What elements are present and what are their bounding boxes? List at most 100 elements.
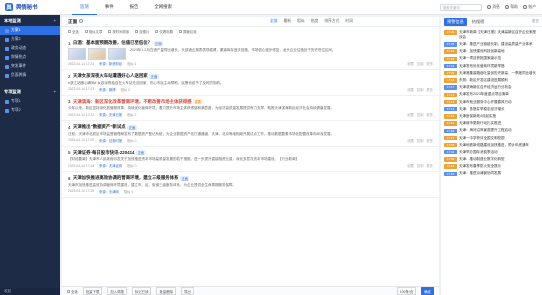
alert-item[interactable]: 17:25 天津：推进产业链链长制，建设高质量产业体系 bbox=[444, 41, 539, 48]
alert-item[interactable]: 17:24 天津：加快建设科技创新高地 bbox=[444, 48, 539, 55]
article-card[interactable]: 1 白酒：基本面预期改善，估值已至低位？ 正面 2023年1-2月白酒产量同比增… bbox=[62, 37, 439, 70]
alert-time-badge: 17:05 bbox=[444, 142, 457, 148]
alert-item[interactable]: 17:22 天津一项目获批国家级示范 bbox=[444, 55, 539, 62]
collect-button[interactable]: 收藏 bbox=[407, 87, 414, 92]
more-link[interactable]: 更多 bbox=[532, 19, 539, 24]
nav-reports[interactable]: 报告 bbox=[122, 0, 147, 15]
alert-text: 天津发布春季防火安全提示 bbox=[459, 164, 501, 169]
filter-similar[interactable]: 相似文章 bbox=[84, 29, 102, 34]
checkbox-icon bbox=[84, 30, 88, 34]
article-title[interactable]: 4 天津推出“数据资产”新试点 正面 bbox=[68, 124, 433, 130]
copy-button[interactable]: 复制 bbox=[417, 163, 424, 168]
export-button[interactable]: 导出 bbox=[181, 287, 194, 295]
page-size-select[interactable]: 100条/页 bbox=[396, 287, 417, 295]
sidebar-item-plan2[interactable]: 方案2 bbox=[0, 35, 60, 44]
alert-item[interactable]: 17:17 天津滨海新区召开经济运行分析会 bbox=[444, 84, 539, 91]
alert-item[interactable]: 17:20 天津港集装箱吞吐量创历史新高，一季度同比增长 bbox=[444, 70, 539, 77]
alert-item[interactable]: 17:10 天津城市更新行动扎实推进 bbox=[444, 120, 539, 127]
article-summary: 天津市加快推进高效协调营商环境建设，建立市、区、街道三级服务体系，为企业提供全生… bbox=[68, 182, 236, 187]
more-button[interactable]: 更多 bbox=[426, 163, 433, 168]
nav-events[interactable]: 事件 bbox=[97, 0, 122, 15]
sort-time[interactable]: 时间 bbox=[345, 19, 353, 24]
sidebar-item-negative[interactable]: 负面舆情 bbox=[0, 71, 60, 80]
tab-hot-search[interactable]: 热搜榜 bbox=[469, 18, 488, 26]
alert-item[interactable]: 17:07 天津一中学获评全国文明校园 bbox=[444, 134, 539, 141]
messages-button[interactable]: 消息 bbox=[486, 5, 500, 10]
sort-similar[interactable]: 相似 bbox=[297, 19, 305, 24]
collect-button[interactable]: 收藏 bbox=[407, 61, 414, 66]
nav-search[interactable]: 全网搜索 bbox=[146, 0, 180, 15]
alert-item[interactable]: 17:05 天津地铁新线路建设加快推进，预计年底通车 bbox=[444, 141, 539, 148]
confirm-button[interactable]: 确定 bbox=[421, 287, 434, 295]
alert-item[interactable]: 17:02 天津：推动制造业数字化转型 bbox=[444, 156, 539, 163]
app-logo[interactable]: 舆 舆情秘书 bbox=[0, 3, 60, 11]
tab-alerts[interactable]: 预警信息 bbox=[444, 17, 467, 26]
alert-item[interactable]: 17:08 天津：海河沿岸景观提升工程启动 bbox=[444, 127, 539, 134]
select-all-checkbox[interactable]: 全选 bbox=[67, 289, 78, 294]
filter-spam[interactable]: 屏蔽垃圾 bbox=[179, 29, 197, 34]
alert-list: 17:26 天津市新闻【天津日报】天津高新区召开企业家座谈会 17:25 天津：推进产… bbox=[441, 27, 542, 177]
add-plan-icon[interactable]: + bbox=[54, 18, 56, 23]
copy-button[interactable]: 复制 bbox=[417, 87, 424, 92]
sort-latest[interactable]: 最新 bbox=[283, 19, 291, 24]
sort-all[interactable]: 全部 bbox=[270, 19, 278, 24]
more-button[interactable]: 更多 bbox=[426, 87, 433, 92]
article-card[interactable]: 5 天津证券·每日股市快讯-220414 正面 【财经要闻】天津市人民政府印发关… bbox=[62, 147, 439, 172]
article-card[interactable]: 2 天津女孩深夜火车站遭遇好心人送回家 正面 #滨江站暖心瞬间# 女孩深夜独自在… bbox=[62, 70, 439, 96]
alert-item[interactable]: 17:21 天津发布优化营商环境新举措 bbox=[444, 62, 539, 69]
sidebar-item-plan1[interactable]: 方案1 bbox=[0, 26, 60, 35]
help-icon[interactable] bbox=[79, 19, 84, 24]
sidebar-item-special1[interactable]: 专项1 bbox=[0, 97, 60, 106]
article-card[interactable]: 4 天津推出“数据资产”新试点 正面 日前，天津市北辰区市场监督管理局发布了数据… bbox=[62, 121, 439, 147]
thumbnail-image[interactable] bbox=[68, 48, 86, 60]
more-button[interactable]: 更多 bbox=[426, 138, 433, 143]
batch-delete-button[interactable]: 批量删除 bbox=[156, 287, 177, 295]
alert-item[interactable]: 17:26 天津市新闻【天津日报】天津高新区召开企业家座谈会 bbox=[444, 29, 539, 41]
sidebar-collapse-button[interactable]: 收起 bbox=[0, 288, 60, 295]
copy-button[interactable]: 复制 bbox=[417, 112, 424, 117]
article-title[interactable]: 5 天津证券·每日股市快讯-220414 正面 bbox=[68, 150, 433, 156]
sidebar-item-gov[interactable]: 政务动态 bbox=[0, 44, 60, 53]
alert-text: 天津：推进产业链链长制，建设高质量产业体系 bbox=[459, 42, 533, 47]
article-title[interactable]: 2 天津女孩深夜火车站遭遇好心人送回家 正面 bbox=[68, 73, 433, 79]
mark-read-button[interactable]: 标记已读 bbox=[131, 287, 152, 295]
sort-method[interactable]: 排序方式 bbox=[324, 19, 339, 24]
filter-select-all[interactable]: 全选 bbox=[68, 29, 79, 34]
sort-heat[interactable]: 热度 bbox=[311, 19, 319, 24]
thumbnail-image[interactable] bbox=[108, 48, 126, 60]
collect-button[interactable]: 收藏 bbox=[407, 112, 414, 117]
alert-item[interactable]: 17:14 天津市就业服务中心开展春风行动 bbox=[444, 98, 539, 105]
alert-item[interactable]: 17:15 天津发布2023年度重点项目清单 bbox=[444, 91, 539, 98]
batch-download-button[interactable]: 批量下载 bbox=[82, 287, 103, 295]
filter-title-only[interactable]: 仅看标题 bbox=[155, 29, 173, 34]
thumbnail-image[interactable] bbox=[88, 48, 106, 60]
sidebar-item-hot[interactable]: 舆情热点 bbox=[0, 53, 60, 62]
filter-by-time[interactable]: 按时间排序 bbox=[108, 29, 129, 34]
more-button[interactable]: 更多 bbox=[426, 112, 433, 117]
global-search-input[interactable]: 搜索关键词 bbox=[439, 3, 482, 11]
collect-button[interactable]: 收藏 bbox=[407, 163, 414, 168]
alert-item[interactable]: 17:04 天津举办国际消费季活动 bbox=[444, 149, 539, 156]
alert-item[interactable]: 17:12 天津：多措并举稳定经济增长 bbox=[444, 105, 539, 112]
article-card[interactable]: 3 天津滨海：新区深化改革营商环境，不断改善市场主体获得感 重要 今年以来，新区… bbox=[62, 96, 439, 121]
account-button[interactable]: 账户 bbox=[522, 5, 536, 10]
sidebar-item-special2[interactable]: 专项2 bbox=[0, 106, 60, 115]
add-to-brief-button[interactable]: 加入简报 bbox=[107, 287, 127, 295]
add-special-icon[interactable]: + bbox=[54, 89, 56, 94]
help-button[interactable]: 帮助 bbox=[504, 5, 518, 10]
sidebar-section-special: 专项监测 + bbox=[4, 88, 56, 95]
sidebar-item-emergency[interactable]: 突发事件 bbox=[0, 62, 60, 71]
alert-item[interactable]: 17:18 东丽：新区开发区建设进展顺利 bbox=[444, 77, 539, 84]
alert-item[interactable]: 17:11 天津医保新政4月起实施 bbox=[444, 113, 539, 120]
article-card[interactable]: 6 天津加快推进高效协调的营商环境，建立三级服务体系 正面 天津市加快推进高效协… bbox=[62, 172, 439, 198]
article-title[interactable]: 6 天津加快推进高效协调的营商环境，建立三级服务体系 正面 bbox=[68, 175, 433, 181]
copy-button[interactable]: 复制 bbox=[417, 138, 424, 143]
article-title[interactable]: 3 天津滨海：新区深化改革营商环境，不断改善市场主体获得感 重要 bbox=[68, 99, 433, 105]
filter-images[interactable]: 含图片 bbox=[135, 29, 149, 34]
more-button[interactable]: 更多 bbox=[426, 61, 433, 66]
nav-monitor[interactable]: 监测 bbox=[72, 0, 97, 15]
collect-button[interactable]: 收藏 bbox=[407, 138, 414, 143]
copy-button[interactable]: 复制 bbox=[417, 61, 424, 66]
alert-item[interactable]: 17:01 天津发布春季防火安全提示 bbox=[444, 163, 539, 170]
alert-item[interactable]: 17:00 天津：推进京津冀协同发展 bbox=[444, 170, 539, 177]
